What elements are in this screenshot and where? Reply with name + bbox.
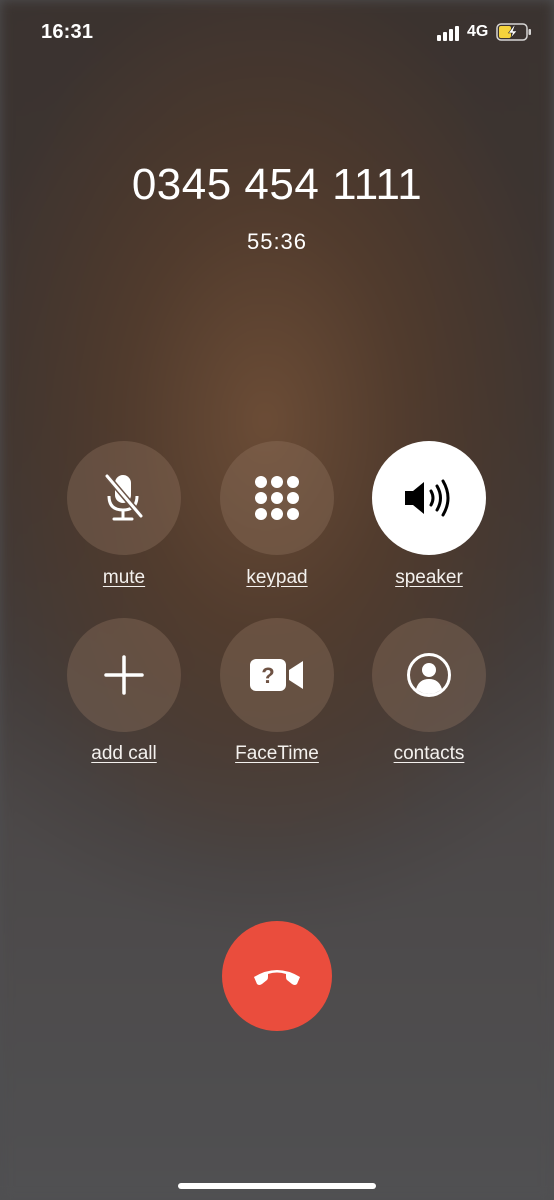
keypad-label[interactable]: keypad — [197, 567, 357, 589]
keypad-button[interactable] — [220, 441, 334, 555]
plus-icon — [104, 655, 144, 695]
facetime-label[interactable]: FaceTime — [197, 743, 357, 765]
facetime-button[interactable]: ? — [220, 618, 334, 732]
status-bar: 16:31 4G — [0, 0, 554, 66]
keypad-icon — [255, 476, 299, 520]
mic-slash-icon — [104, 474, 144, 521]
speaker-icon — [405, 479, 450, 517]
add-call-button[interactable] — [67, 618, 181, 732]
home-indicator[interactable] — [178, 1183, 376, 1189]
speaker-button[interactable] — [372, 441, 486, 555]
mute-label[interactable]: mute — [44, 567, 204, 589]
facetime-video-icon: ? — [250, 659, 303, 691]
speaker-label[interactable]: speaker — [349, 567, 509, 589]
network-type: 4G — [467, 23, 489, 40]
end-call-button[interactable] — [222, 921, 332, 1031]
svg-text:?: ? — [261, 663, 274, 688]
contacts-label[interactable]: contacts — [349, 743, 509, 765]
end-call-icon — [254, 970, 300, 985]
caller-number: 0345 454 1111 — [131, 160, 423, 209]
mute-button[interactable] — [67, 441, 181, 555]
call-screen: 16:31 4G 0345 454 1111 55:36 mute keypad… — [0, 0, 554, 1200]
contact-icon — [407, 653, 451, 697]
battery-charging-icon — [496, 23, 531, 41]
contacts-button[interactable] — [372, 618, 486, 732]
status-time: 16:31 — [41, 21, 94, 43]
add-call-label[interactable]: add call — [44, 743, 204, 765]
call-duration: 55:36 — [246, 229, 308, 254]
signal-bars-icon — [437, 25, 462, 41]
